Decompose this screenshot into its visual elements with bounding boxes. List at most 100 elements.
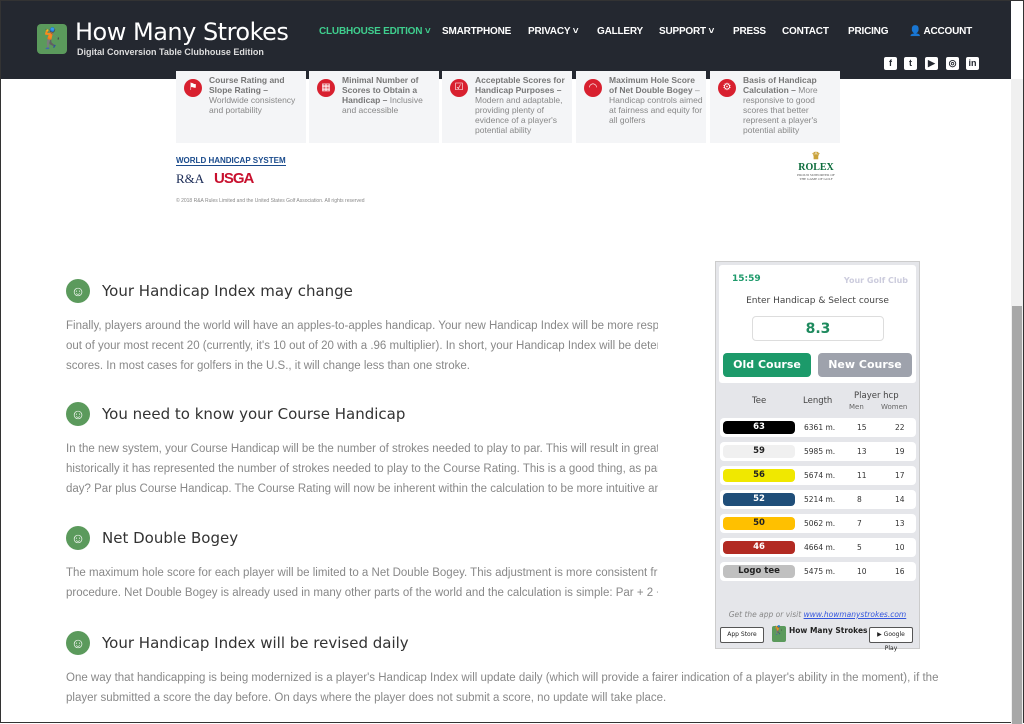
card-title: Maximum Hole Score of Net Double Bogey — [609, 75, 695, 95]
scrollbar-thumb[interactable] — [1012, 306, 1022, 724]
app-name: How Many Strokes — [789, 626, 868, 635]
section-text: Finally, players around the world will h… — [66, 320, 658, 372]
tee-length: 5674 m. — [804, 471, 836, 480]
tee-row[interactable]: 46 4664 m. 5 10 — [720, 538, 916, 557]
nav-clubhouse-edition[interactable]: CLUBHOUSE EDITION ˅ — [319, 26, 431, 37]
section-text: One way that handicapping is being moder… — [66, 672, 939, 704]
accessibility-icon: ☺ — [66, 631, 90, 655]
checkbox-icon: ☑ — [450, 79, 468, 97]
feature-card: ◠ Maximum Hole Score of Net Double Bogey … — [576, 71, 706, 143]
women-hcp: 10 — [895, 543, 905, 552]
tee-length: 6361 m. — [804, 423, 836, 432]
feature-card: ▦ Minimal Number of Scores to Obtain a Ha… — [309, 71, 439, 143]
whs-logo: WORLD HANDICAP SYSTEM — [176, 156, 286, 166]
linkedin-icon[interactable]: in — [966, 57, 979, 70]
tee-badge: 46 — [723, 541, 795, 554]
nav-contact[interactable]: CONTACT — [782, 26, 829, 37]
rolex-subtitle: PROUD SUPPORTER OF THE GAME OF GOLF — [797, 173, 835, 181]
nav-account[interactable]: 👤 ACCOUNT — [909, 26, 972, 37]
card-title: Course Rating and Slope Rating – — [209, 75, 285, 95]
rolex-logo: ♛ ROLEX PROUD SUPPORTER OF THE GAME OF GOL… — [794, 151, 838, 181]
handicap-input[interactable]: 8.3 — [752, 316, 884, 341]
nav-support[interactable]: SUPPORT ˅ — [659, 26, 714, 37]
nav-pricing[interactable]: PRICING — [848, 26, 888, 37]
gauge-icon: ◠ — [584, 79, 602, 97]
clock: 15:59 — [732, 274, 761, 284]
flag-icon: ⚑ — [184, 79, 202, 97]
women-hcp: 16 — [895, 567, 905, 576]
col-women: Women — [881, 403, 908, 411]
widget-top-panel: 15:59 Your Golf Club Enter Handicap & Se… — [719, 265, 916, 383]
feature-card: ☑ Acceptable Scores for Handicap Purposes… — [442, 71, 572, 143]
tee-badge: 56 — [723, 469, 795, 482]
google-play-badge[interactable]: ▶ Google Play — [869, 627, 913, 652]
men-hcp: 8 — [857, 495, 862, 504]
col-men: Men — [849, 403, 864, 411]
golfer-logo-icon[interactable]: 🏌 — [37, 24, 67, 54]
instagram-icon[interactable]: ◎ — [946, 57, 959, 70]
tee-badge: 50 — [723, 517, 795, 530]
women-hcp: 13 — [895, 519, 905, 528]
tee-length: 4664 m. — [804, 543, 836, 552]
col-tee: Tee — [752, 396, 767, 406]
section-text: The maximum hole score for each player w… — [66, 567, 658, 599]
get-app-text: Get the app or visit www.howmanystrokes.… — [728, 610, 907, 619]
copyright: © 2018 R&A Rules Limited and the United … — [176, 198, 365, 204]
tee-row[interactable]: 63 6361 m. 15 22 — [720, 418, 916, 437]
men-hcp: 15 — [857, 423, 867, 432]
facebook-icon[interactable]: f — [884, 57, 897, 70]
twitter-icon[interactable]: t — [904, 57, 917, 70]
gears-icon: ⚙ — [718, 79, 736, 97]
old-course-button[interactable]: Old Course — [723, 353, 811, 377]
nav-account-label: ACCOUNT — [923, 26, 973, 37]
app-store-badge[interactable]: App Store — [720, 627, 764, 643]
tee-badge: 63 — [723, 421, 795, 434]
card-text: Modern and adaptable, providing plenty o… — [475, 95, 563, 135]
brand-name[interactable]: How Many Strokes — [75, 18, 289, 46]
scorecard-icon: ▦ — [317, 79, 335, 97]
section-text: In the new system, your Course Handicap … — [66, 443, 658, 495]
nav-smartphone[interactable]: SMARTPHONE — [442, 26, 511, 37]
women-hcp: 22 — [895, 423, 905, 432]
usga-logo: USGA — [214, 170, 254, 187]
men-hcp: 13 — [857, 447, 867, 456]
card-text: Worldwide consistency and portability — [209, 95, 296, 115]
section-title: Your Handicap Index will be revised dail… — [102, 634, 409, 652]
crown-icon: ♛ — [811, 151, 821, 162]
new-course-button[interactable]: New Course — [818, 353, 912, 377]
tee-length: 5062 m. — [804, 519, 836, 528]
nav-press[interactable]: PRESS — [733, 26, 766, 37]
section-title: Net Double Bogey — [102, 529, 239, 547]
rolex-text: ROLEX — [798, 162, 834, 173]
nav-privacy[interactable]: PRIVACY ˅ — [528, 26, 579, 37]
website-link[interactable]: www.howmanystrokes.com — [804, 610, 907, 619]
section-title: You need to know your Course Handicap — [102, 405, 406, 423]
women-hcp: 19 — [895, 447, 905, 456]
tee-length: 5985 m. — [804, 447, 836, 456]
nav-gallery[interactable]: GALLERY — [597, 26, 643, 37]
accessibility-icon: ☺ — [66, 526, 90, 550]
tee-length: 5475 m. — [804, 567, 836, 576]
tagline: Digital Conversion Table Clubhouse Editi… — [77, 47, 264, 57]
feature-card: ⚙ Basis of Handicap Calculation – More re… — [710, 71, 840, 143]
men-hcp: 10 — [857, 567, 867, 576]
youtube-icon[interactable]: ▶ — [925, 57, 938, 70]
tee-row[interactable]: 56 5674 m. 11 17 — [720, 466, 916, 485]
tee-length: 5214 m. — [804, 495, 836, 504]
men-hcp: 7 — [857, 519, 862, 528]
golfer-logo-icon: 🏌 — [772, 626, 786, 642]
women-hcp: 14 — [895, 495, 905, 504]
tee-badge: Logo tee — [723, 565, 795, 578]
handicap-widget: 15:59 Your Golf Club Enter Handicap & Se… — [715, 261, 920, 652]
col-length: Length — [803, 396, 833, 406]
tee-row[interactable]: 52 5214 m. 8 14 — [720, 490, 916, 509]
club-name: Your Golf Club — [843, 276, 908, 285]
tee-row[interactable]: Logo tee 5475 m. 10 16 — [720, 562, 916, 581]
site-header: 🏌 How Many Strokes Digital Conversion Ta… — [1, 1, 1011, 79]
tee-row[interactable]: 59 5985 m. 13 19 — [720, 442, 916, 461]
tee-badge: 52 — [723, 493, 795, 506]
scrollbar[interactable] — [1011, 79, 1023, 724]
tee-row[interactable]: 50 5062 m. 7 13 — [720, 514, 916, 533]
prompt: Enter Handicap & Select course — [746, 296, 889, 306]
col-player-hcp: Player hcp — [854, 391, 899, 401]
